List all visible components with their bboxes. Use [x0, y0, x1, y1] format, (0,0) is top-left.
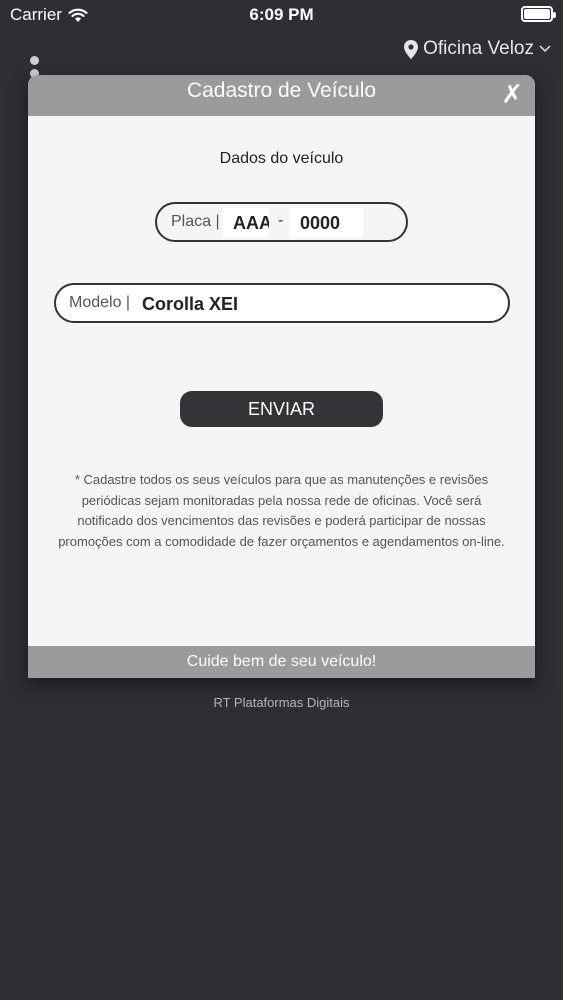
chevron-down-icon	[539, 45, 551, 53]
plate-letters-input[interactable]	[223, 208, 269, 238]
plate-numbers-input[interactable]	[290, 208, 363, 238]
vehicle-registration-modal: Cadastro de Veículo ✗ Dados do veículo P…	[28, 75, 535, 678]
plate-separator: -	[278, 212, 284, 229]
model-input[interactable]	[142, 289, 442, 319]
info-text: * Cadastre todos os seus veículos para q…	[58, 472, 505, 549]
section-title: Dados do veículo	[219, 150, 344, 167]
location-selector[interactable]: Oficina Veloz	[404, 38, 551, 60]
modal-footer: Cuide bem de seu veículo!	[28, 646, 535, 678]
location-pin-icon	[404, 39, 419, 59]
send-button[interactable]: ENVIAR	[180, 391, 383, 427]
battery-icon	[521, 6, 556, 22]
plate-label: Placa |	[171, 213, 220, 230]
location-label: Oficina Veloz	[423, 38, 534, 59]
status-bar: Carrier 6:09 PM	[0, 0, 563, 30]
credits-text: RT Plataformas Digitais	[213, 695, 350, 710]
modal-header: Cadastro de Veículo ✗	[28, 75, 535, 116]
modal-title: Cadastro de Veículo	[186, 79, 377, 102]
model-label: Modelo |	[69, 294, 131, 311]
model-field: Modelo |	[54, 283, 510, 323]
close-icon[interactable]: ✗	[501, 79, 523, 109]
clock: 6:09 PM	[249, 5, 314, 24]
plate-field: Placa | -	[155, 202, 408, 242]
